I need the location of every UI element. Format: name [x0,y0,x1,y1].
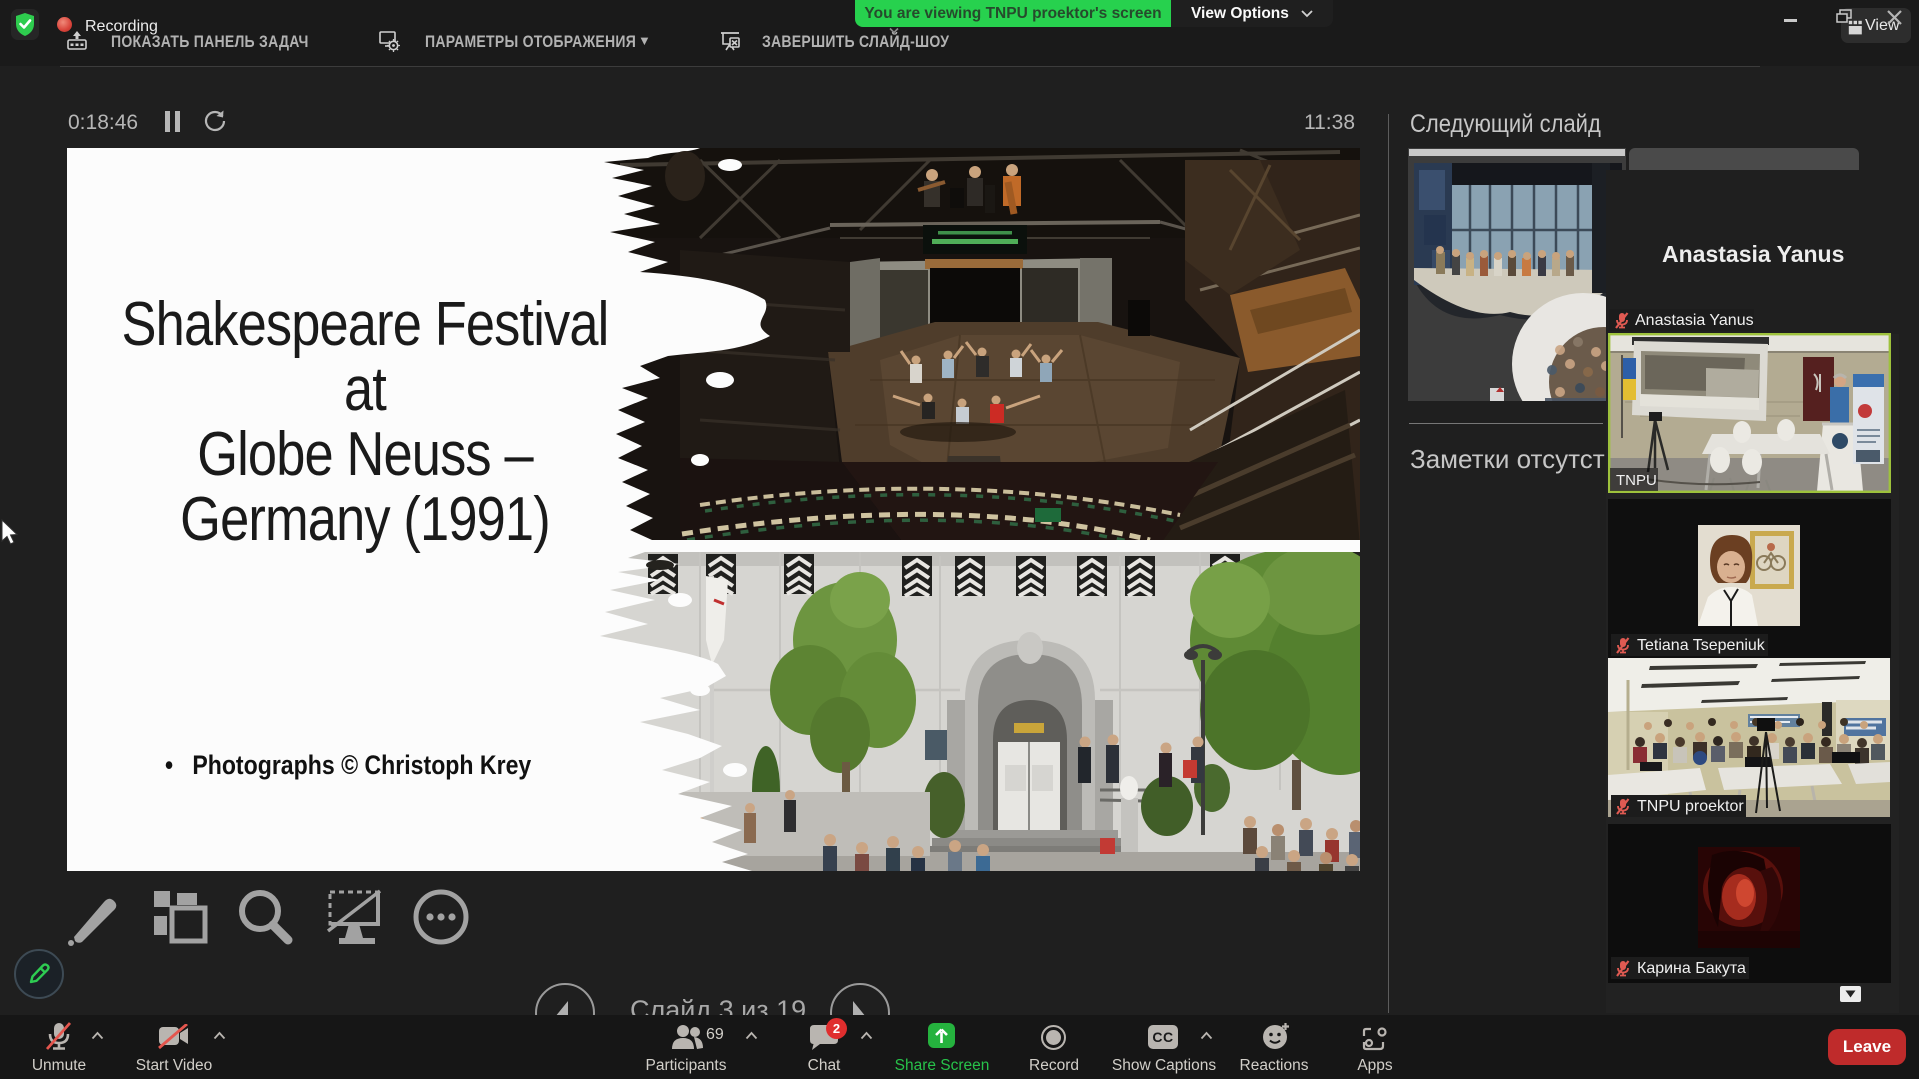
svg-text:TNPU: TNPU [1616,472,1657,489]
